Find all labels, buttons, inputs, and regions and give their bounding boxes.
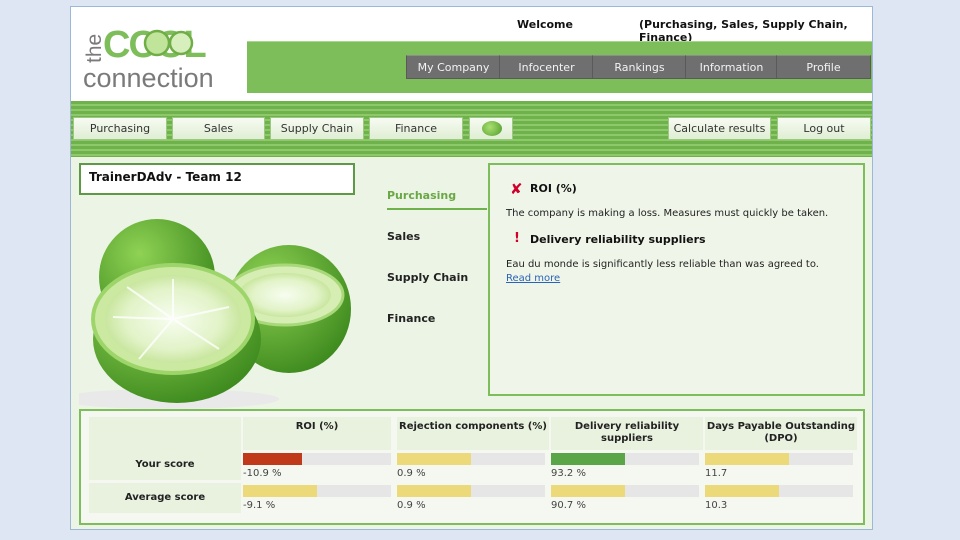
score-bar-fill xyxy=(551,453,625,465)
nav-profile[interactable]: Profile xyxy=(776,55,871,79)
score-bar-fill xyxy=(243,485,317,497)
read-more-link[interactable]: Read more xyxy=(506,273,560,284)
nav-rankings[interactable]: Rankings xyxy=(592,55,687,79)
score-header-corner xyxy=(89,417,241,450)
message-text: The company is making a loss. Measures m… xyxy=(506,208,829,219)
area-button-supply-chain[interactable]: Supply Chain xyxy=(270,117,364,140)
score-bar-track xyxy=(705,453,853,465)
score-bar-track xyxy=(551,485,699,497)
message-text: Eau du monde is significantly less relia… xyxy=(506,259,819,270)
score-bar-track xyxy=(397,453,545,465)
area-link-finance[interactable]: Finance xyxy=(387,312,435,325)
score-value: 0.9 % xyxy=(397,500,426,511)
score-bar-track xyxy=(397,485,545,497)
score-row-label: Your score xyxy=(89,450,241,480)
x-icon: ✘ xyxy=(510,180,523,198)
warning-icon: ! xyxy=(514,231,520,246)
score-bar-track xyxy=(551,453,699,465)
area-link-sales[interactable]: Sales xyxy=(387,230,420,243)
lime-icon xyxy=(482,121,502,136)
svg-text:connection: connection xyxy=(83,63,214,90)
score-bar-fill xyxy=(705,485,779,497)
score-bar-fill xyxy=(551,485,625,497)
team-name-box: TrainerDAdv - Team 12 xyxy=(79,163,355,195)
score-bar-track xyxy=(243,485,391,497)
main-area: TrainerDAdv - Team 12 Purchasing Sales S… xyxy=(71,157,872,529)
nav-information[interactable]: Information xyxy=(685,55,778,79)
score-value: 93.2 % xyxy=(551,468,586,479)
score-value: -9.1 % xyxy=(243,500,276,511)
app-window: the COOL connection Welcome (Purchasing,… xyxy=(70,6,873,530)
messages-panel: ✘ ROI (%) The company is making a loss. … xyxy=(488,163,865,396)
score-bar-fill xyxy=(705,453,790,465)
score-row-label: Average score xyxy=(89,483,241,513)
lime-image xyxy=(79,219,351,409)
score-header: Rejection components (%) xyxy=(397,417,549,450)
cool-connection-logo: the COOL connection xyxy=(83,24,214,90)
nav-infocenter[interactable]: Infocenter xyxy=(499,55,594,79)
score-bar-track xyxy=(243,453,391,465)
score-table: ROI (%) Rejection components (%) Deliver… xyxy=(79,409,865,525)
score-value: 11.7 xyxy=(705,468,728,479)
logout-button[interactable]: Log out xyxy=(777,117,871,140)
score-value: 0.9 % xyxy=(397,468,426,479)
area-button-sales[interactable]: Sales xyxy=(172,117,265,140)
area-link-supply-chain[interactable]: Supply Chain xyxy=(387,271,468,284)
score-header: ROI (%) xyxy=(243,417,391,450)
score-bar-fill xyxy=(397,485,471,497)
message-title: ROI (%) xyxy=(530,182,577,195)
area-link-purchasing[interactable]: Purchasing xyxy=(387,189,456,202)
score-header: Days Payable Outstanding (DPO) xyxy=(705,417,857,450)
score-value: 90.7 % xyxy=(551,500,586,511)
area-button-finance[interactable]: Finance xyxy=(369,117,463,140)
score-value: -10.9 % xyxy=(243,468,282,479)
message-title: Delivery reliability suppliers xyxy=(530,233,706,246)
score-bar-fill xyxy=(397,453,471,465)
area-button-purchasing[interactable]: Purchasing xyxy=(73,117,167,140)
score-bar-fill xyxy=(243,453,303,465)
lime-home-button[interactable] xyxy=(469,117,513,140)
welcome-label: Welcome xyxy=(517,18,573,31)
calculate-results-button[interactable]: Calculate results xyxy=(668,117,771,140)
score-bar-track xyxy=(705,485,853,497)
score-value: 10.3 xyxy=(705,500,728,511)
score-header: Delivery reliability suppliers xyxy=(551,417,703,450)
active-area-underline xyxy=(387,208,487,210)
nav-my-company[interactable]: My Company xyxy=(406,55,501,79)
